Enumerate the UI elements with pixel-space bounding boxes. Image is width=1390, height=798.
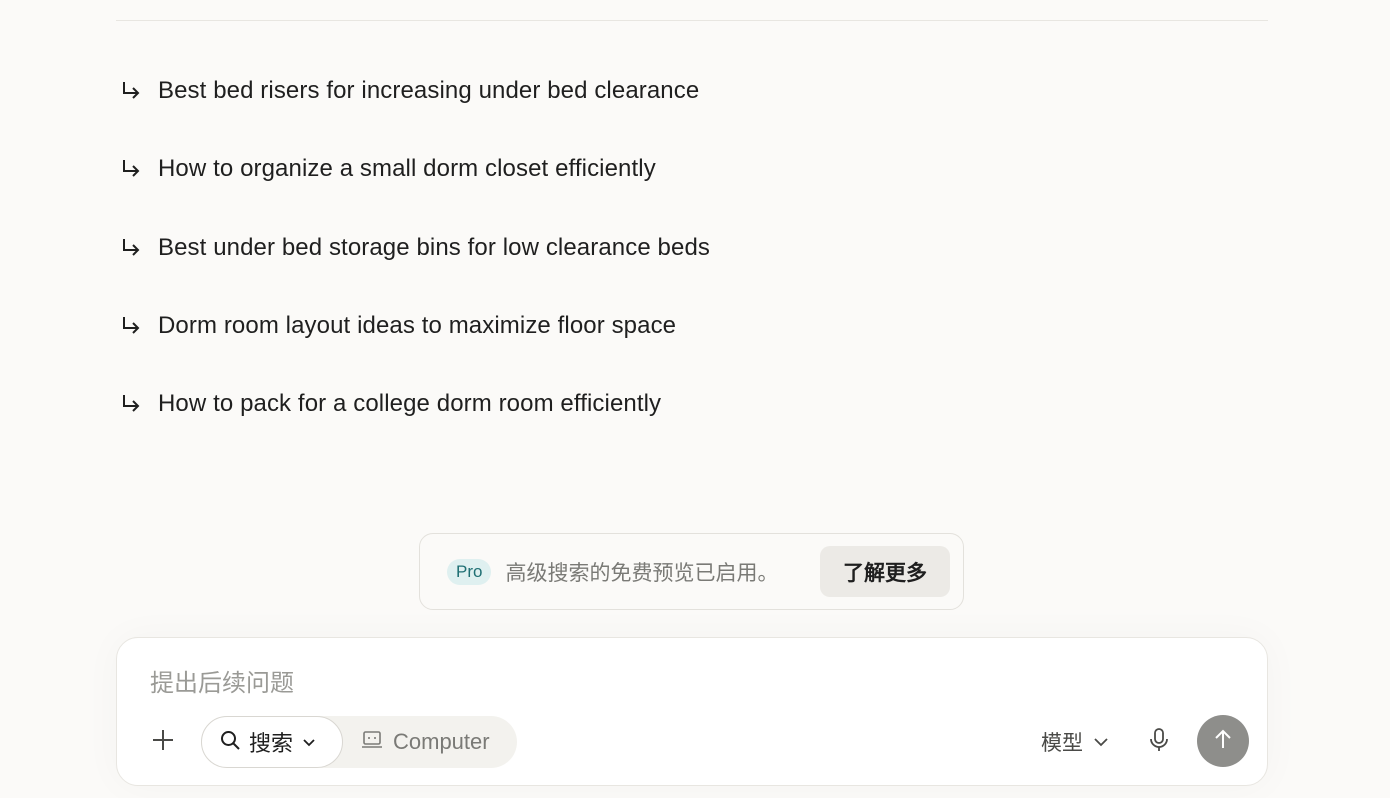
return-arrow-icon xyxy=(116,236,158,260)
related-questions-list: Best bed risers for increasing under bed… xyxy=(116,52,1268,443)
related-question-item[interactable]: Dorm room layout ideas to maximize floor… xyxy=(116,287,1268,365)
model-select-label: 模型 xyxy=(1041,732,1083,755)
laptop-icon xyxy=(361,730,383,755)
chevron-down-icon xyxy=(1092,733,1110,751)
search-mode-label: 搜索 xyxy=(249,731,294,756)
return-arrow-icon xyxy=(116,79,158,103)
plus-icon xyxy=(151,728,175,757)
related-question-label: Best bed risers for increasing under bed… xyxy=(158,77,700,105)
search-mode-button[interactable]: 搜索 xyxy=(201,716,343,768)
computer-mode-label: Computer xyxy=(393,729,490,754)
microphone-button[interactable] xyxy=(1145,726,1173,758)
mode-toggle: 搜索 Computer xyxy=(201,716,517,768)
related-question-label: How to organize a small dorm closet effi… xyxy=(158,155,656,183)
related-question-item[interactable]: Best under bed storage bins for low clea… xyxy=(116,209,1268,287)
return-arrow-icon xyxy=(116,314,158,338)
pro-preview-banner: Pro 高级搜索的免费预览已启用。 了解更多 xyxy=(419,533,964,610)
arrow-up-icon xyxy=(1213,728,1233,755)
model-select[interactable]: 模型 xyxy=(1041,726,1110,758)
related-question-label: Dorm room layout ideas to maximize floor… xyxy=(158,312,677,340)
learn-more-button[interactable]: 了解更多 xyxy=(820,546,950,597)
send-button[interactable] xyxy=(1197,715,1249,767)
computer-mode-button[interactable]: Computer xyxy=(343,716,517,768)
related-question-item[interactable]: How to pack for a college dorm room effi… xyxy=(116,365,1268,443)
search-icon xyxy=(220,730,240,755)
return-arrow-icon xyxy=(116,392,158,416)
return-arrow-icon xyxy=(116,157,158,181)
page: Best bed risers for increasing under bed… xyxy=(0,0,1390,798)
pro-badge: Pro xyxy=(447,558,492,585)
follow-up-input[interactable] xyxy=(150,664,1050,704)
microphone-icon xyxy=(1149,727,1169,758)
attach-button[interactable] xyxy=(147,726,179,758)
composer: 搜索 Computer 模型 xyxy=(116,637,1268,786)
divider xyxy=(116,20,1268,21)
pro-banner-message: 高级搜索的免费预览已启用。 xyxy=(505,561,779,585)
related-question-label: How to pack for a college dorm room effi… xyxy=(158,390,662,418)
related-question-label: Best under bed storage bins for low clea… xyxy=(158,233,710,261)
related-question-item[interactable]: How to organize a small dorm closet effi… xyxy=(116,130,1268,208)
chevron-down-icon xyxy=(301,734,317,750)
related-question-item[interactable]: Best bed risers for increasing under bed… xyxy=(116,52,1268,130)
